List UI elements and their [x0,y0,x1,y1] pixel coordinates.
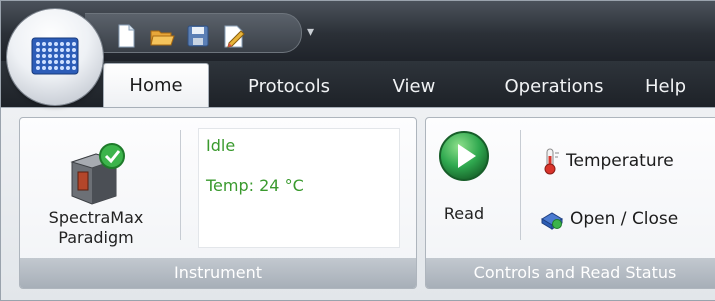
temperature-button[interactable]: Temperature [540,146,674,176]
group-separator [520,130,521,240]
instrument-group-caption: Instrument [20,258,416,288]
device-label-line2: Paradigm [58,228,134,247]
tab-protocols[interactable]: Protocols [229,65,349,109]
plate-carrier-icon [541,212,563,230]
open-folder-icon[interactable] [149,23,175,49]
device-label-line1: SpectraMax [48,208,144,227]
tab-view[interactable]: View [379,65,449,109]
microplate-icon [31,37,79,75]
application-menu-button[interactable] [7,9,103,105]
instrument-group: SpectraMax Paradigm Idle Temp: 24 °C Ins… [19,117,417,289]
status-idle: Idle [206,136,236,155]
tab-home[interactable]: Home [103,63,209,108]
tab-help[interactable]: Help [645,65,715,109]
controls-read-status-group: Read Temperature Open / Close Controls a… [425,117,715,289]
device-label[interactable]: SpectraMax Paradigm [28,208,164,248]
play-icon[interactable] [438,130,490,182]
temperature-label: Temperature [566,151,674,171]
read-button[interactable]: Read [434,204,494,224]
customize-dropdown-icon[interactable]: ▾ [307,25,314,39]
tab-operations[interactable]: Operations [487,65,621,109]
controls-group-caption: Controls and Read Status [426,258,715,288]
status-temperature: Temp: 24 °C [206,176,304,195]
instrument-device-icon[interactable] [62,138,130,206]
edit-document-icon[interactable] [221,23,247,49]
open-close-button[interactable]: Open / Close [540,204,678,234]
new-document-icon[interactable] [113,23,139,49]
open-close-label: Open / Close [570,209,679,229]
save-icon[interactable] [185,23,211,49]
thermometer-icon [544,148,559,175]
application-window: ▾ Home Protocols View Operations Help Sp… [0,0,715,301]
group-separator [180,130,181,240]
